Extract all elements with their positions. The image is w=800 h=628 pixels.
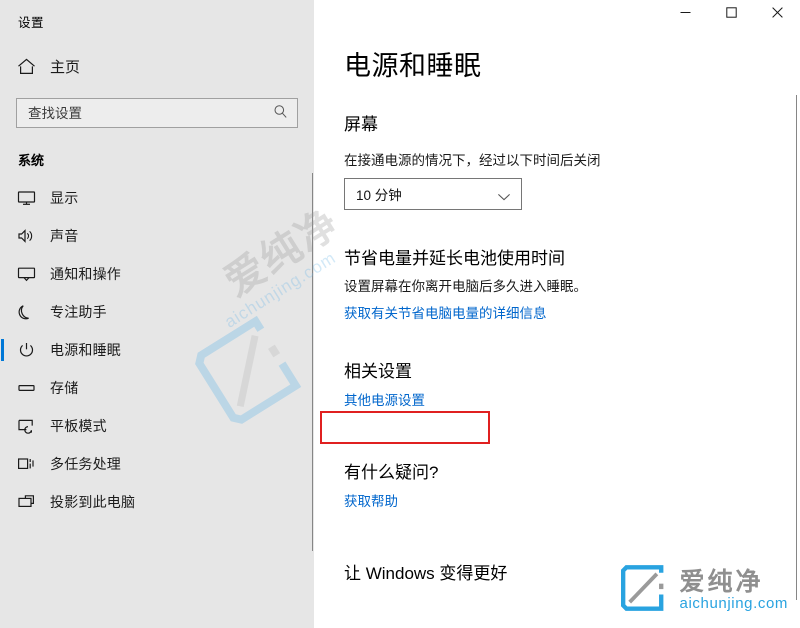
project-icon bbox=[17, 494, 43, 510]
sidebar-item-tablet-mode-label: 平板模式 bbox=[50, 418, 107, 434]
sidebar-item-storage-label: 存储 bbox=[50, 380, 79, 396]
sidebar-item-sound-label: 声音 bbox=[50, 228, 79, 244]
sidebar-item-power-and-sleep[interactable]: 电源和睡眠 bbox=[0, 331, 314, 369]
related-section-heading: 相关设置 bbox=[344, 362, 412, 381]
close-button[interactable] bbox=[754, 0, 800, 30]
power-icon bbox=[17, 342, 43, 358]
screen-timeout-label: 在接通电源的情况下，经过以下时间后关闭 bbox=[344, 153, 601, 168]
other-power-settings-link[interactable]: 其他电源设置 bbox=[344, 389, 425, 409]
close-icon bbox=[771, 6, 784, 24]
sidebar-item-home-label: 主页 bbox=[50, 58, 81, 76]
moon-icon bbox=[17, 304, 43, 320]
sidebar-item-display-label: 显示 bbox=[50, 190, 79, 206]
screen-timeout-dropdown[interactable]: 10 分钟 bbox=[344, 178, 522, 210]
sidebar-item-multitasking-label: 多任务处理 bbox=[50, 456, 121, 472]
feedback-section-heading: 让 Windows 变得更好 bbox=[344, 564, 508, 583]
window-titlebar bbox=[314, 0, 800, 32]
chevron-down-icon bbox=[497, 189, 511, 207]
settings-window: 设置 主页 系统 bbox=[0, 0, 800, 628]
multitask-icon bbox=[17, 456, 43, 472]
battery-section-description: 设置屏幕在你离开电脑后多久进入睡眠。 bbox=[344, 279, 587, 294]
search-input[interactable] bbox=[17, 100, 257, 126]
sidebar-item-notifications-label: 通知和操作 bbox=[50, 266, 121, 282]
home-icon bbox=[17, 56, 43, 76]
sidebar-item-sound[interactable]: 声音 bbox=[0, 217, 314, 255]
sidebar-item-home[interactable]: 主页 bbox=[0, 49, 314, 83]
sidebar: 设置 主页 系统 bbox=[0, 0, 314, 628]
battery-info-link[interactable]: 获取有关节省电脑电量的详细信息 bbox=[344, 302, 547, 322]
get-help-link[interactable]: 获取帮助 bbox=[344, 490, 398, 510]
help-section-heading: 有什么疑问? bbox=[344, 463, 439, 482]
sidebar-section-header: 系统 bbox=[18, 153, 45, 168]
sidebar-item-display[interactable]: 显示 bbox=[0, 179, 314, 217]
maximize-button[interactable] bbox=[708, 0, 754, 30]
sidebar-nav: 显示 声音 通知和操作 专注助手 电源和睡眠 存储 平板模式 多任务处理 投影到… bbox=[0, 179, 314, 521]
sidebar-item-focus-assist-label: 专注助手 bbox=[50, 304, 107, 320]
sidebar-item-focus-assist[interactable]: 专注助手 bbox=[0, 293, 314, 331]
screen-section-heading: 屏幕 bbox=[344, 115, 378, 134]
storage-icon bbox=[17, 380, 43, 396]
sidebar-item-notifications[interactable]: 通知和操作 bbox=[0, 255, 314, 293]
monitor-icon bbox=[17, 190, 43, 206]
screen-timeout-value: 10 分钟 bbox=[356, 188, 402, 203]
sidebar-item-projecting-label: 投影到此电脑 bbox=[50, 494, 136, 510]
maximize-icon bbox=[725, 6, 738, 24]
speaker-icon bbox=[17, 228, 43, 244]
minimize-icon bbox=[679, 6, 692, 24]
minimize-button[interactable] bbox=[662, 0, 708, 30]
search-box[interactable] bbox=[16, 98, 298, 128]
sidebar-item-storage[interactable]: 存储 bbox=[0, 369, 314, 407]
search-icon[interactable] bbox=[273, 104, 288, 124]
app-title: 设置 bbox=[18, 16, 45, 30]
content-scrollbar[interactable] bbox=[796, 95, 797, 600]
sidebar-scrollbar[interactable] bbox=[312, 173, 313, 551]
sidebar-item-multitasking[interactable]: 多任务处理 bbox=[0, 445, 314, 483]
content-pane: 电源和睡眠 屏幕 在接通电源的情况下，经过以下时间后关闭 10 分钟 节省电量并… bbox=[314, 0, 800, 628]
sidebar-item-power-and-sleep-label: 电源和睡眠 bbox=[50, 342, 121, 358]
notification-icon bbox=[17, 266, 43, 282]
battery-section-heading: 节省电量并延长电池使用时间 bbox=[344, 249, 565, 268]
sidebar-item-tablet-mode[interactable]: 平板模式 bbox=[0, 407, 314, 445]
sidebar-item-projecting[interactable]: 投影到此电脑 bbox=[0, 483, 314, 521]
tablet-icon bbox=[17, 418, 43, 434]
